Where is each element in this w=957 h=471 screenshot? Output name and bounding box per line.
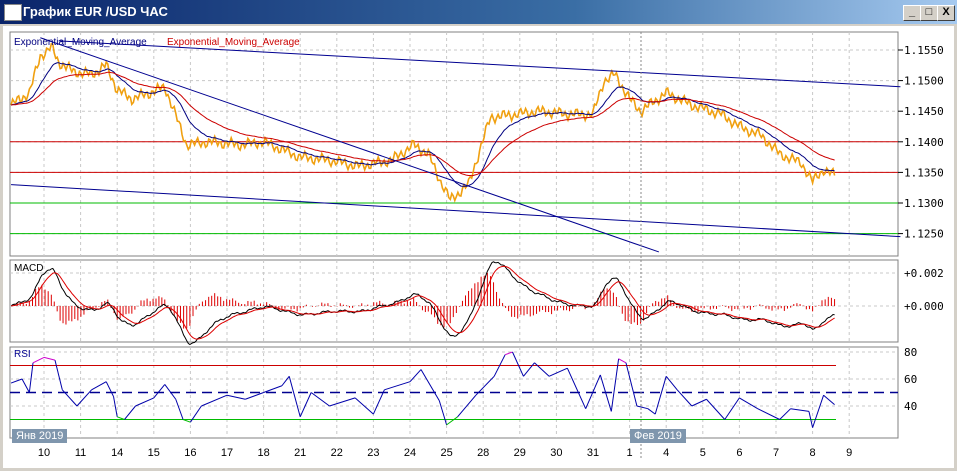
date-label: 23: [367, 447, 379, 459]
macd-label: MACD: [14, 263, 43, 274]
rsi-tick-label: 40: [904, 400, 917, 413]
macd-tick-label: +0.000: [904, 300, 944, 313]
price-tick-label: 1.1300: [904, 197, 944, 210]
date-label: 29: [514, 447, 526, 459]
date-label: 30: [550, 447, 562, 459]
month-marker-jan: Янв 2019: [12, 429, 68, 443]
date-label: 22: [331, 447, 343, 459]
date-label: 16: [184, 447, 196, 459]
price-tick-label: 1.1350: [904, 166, 944, 179]
price-tick-label: 1.1550: [904, 44, 944, 57]
price-tick-label: 1.1400: [904, 136, 944, 149]
legend-ema-slow: Exponential_Moving_Average: [167, 37, 300, 48]
price-tick-label: 1.1450: [904, 105, 944, 118]
legend-ema-fast: Exponential_Moving_Average: [14, 37, 147, 48]
panel-frame-1: [9, 259, 899, 343]
date-label: 5: [700, 447, 706, 459]
date-label: 24: [404, 447, 416, 459]
rsi-tick-label: 60: [904, 373, 917, 386]
rsi-label: RSI: [14, 349, 31, 360]
date-label: 18: [257, 447, 269, 459]
date-label: 8: [810, 447, 816, 459]
date-label: 10: [38, 447, 50, 459]
date-label: 17: [221, 447, 233, 459]
month-marker-feb: Фев 2019: [630, 429, 686, 443]
date-label: 7: [773, 447, 779, 459]
date-label: 31: [587, 447, 599, 459]
macd-tick-label: +0.002: [904, 267, 944, 280]
date-label: 14: [111, 447, 123, 459]
price-tick-label: 1.1250: [904, 228, 944, 241]
date-label: 11: [75, 447, 86, 459]
date-label: 21: [294, 447, 306, 459]
date-label: 9: [846, 447, 852, 459]
date-label: 15: [148, 447, 160, 459]
date-label: 28: [477, 447, 489, 459]
chart-svg: 10 11 14 15 16 17 18 21 22 23 24 25 28 29 30 31 1 4 5 6 7 8 91…: [9, 31, 944, 460]
date-label: 25: [440, 447, 452, 459]
rsi-tick-label: 80: [904, 346, 917, 359]
date-label: 6: [736, 447, 742, 459]
price-tick-label: 1.1500: [904, 75, 944, 88]
date-label: 4: [663, 447, 669, 459]
panel-frame-0: [9, 31, 899, 257]
date-label: 1: [627, 447, 633, 459]
